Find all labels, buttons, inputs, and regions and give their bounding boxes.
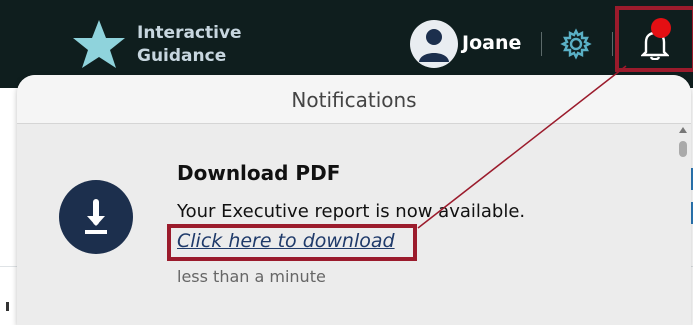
user-avatar-icon bbox=[419, 29, 449, 62]
star-icon bbox=[73, 20, 125, 68]
scroll-up-arrow-icon[interactable] bbox=[679, 127, 687, 133]
download-link[interactable]: Click here to download bbox=[177, 230, 395, 252]
scroll-thumb[interactable] bbox=[679, 141, 687, 157]
download-icon bbox=[85, 199, 107, 234]
notification-title: Download PDF bbox=[177, 161, 341, 185]
brand-line1: Interactive bbox=[137, 23, 242, 43]
scrollbar[interactable] bbox=[677, 125, 689, 325]
avatar[interactable] bbox=[410, 20, 458, 68]
notifications-panel: Notifications Download PDF Your Executiv… bbox=[17, 75, 691, 325]
gear-icon[interactable] bbox=[560, 28, 592, 60]
user-name[interactable]: Joane bbox=[462, 31, 521, 55]
panel-header: Notifications bbox=[17, 75, 691, 124]
notifications-button[interactable] bbox=[615, 6, 693, 72]
notification-message: Your Executive report is now available. bbox=[177, 201, 526, 222]
brand-name[interactable]: Interactive Guidance bbox=[137, 22, 242, 68]
divider bbox=[541, 32, 542, 56]
background-mark bbox=[6, 302, 9, 311]
notification-type-badge bbox=[59, 180, 133, 254]
divider bbox=[612, 32, 613, 56]
panel-title: Notifications bbox=[291, 88, 417, 112]
brand-line2: Guidance bbox=[137, 46, 227, 66]
notification-badge bbox=[651, 18, 671, 38]
notification-time: less than a minute bbox=[177, 267, 326, 286]
